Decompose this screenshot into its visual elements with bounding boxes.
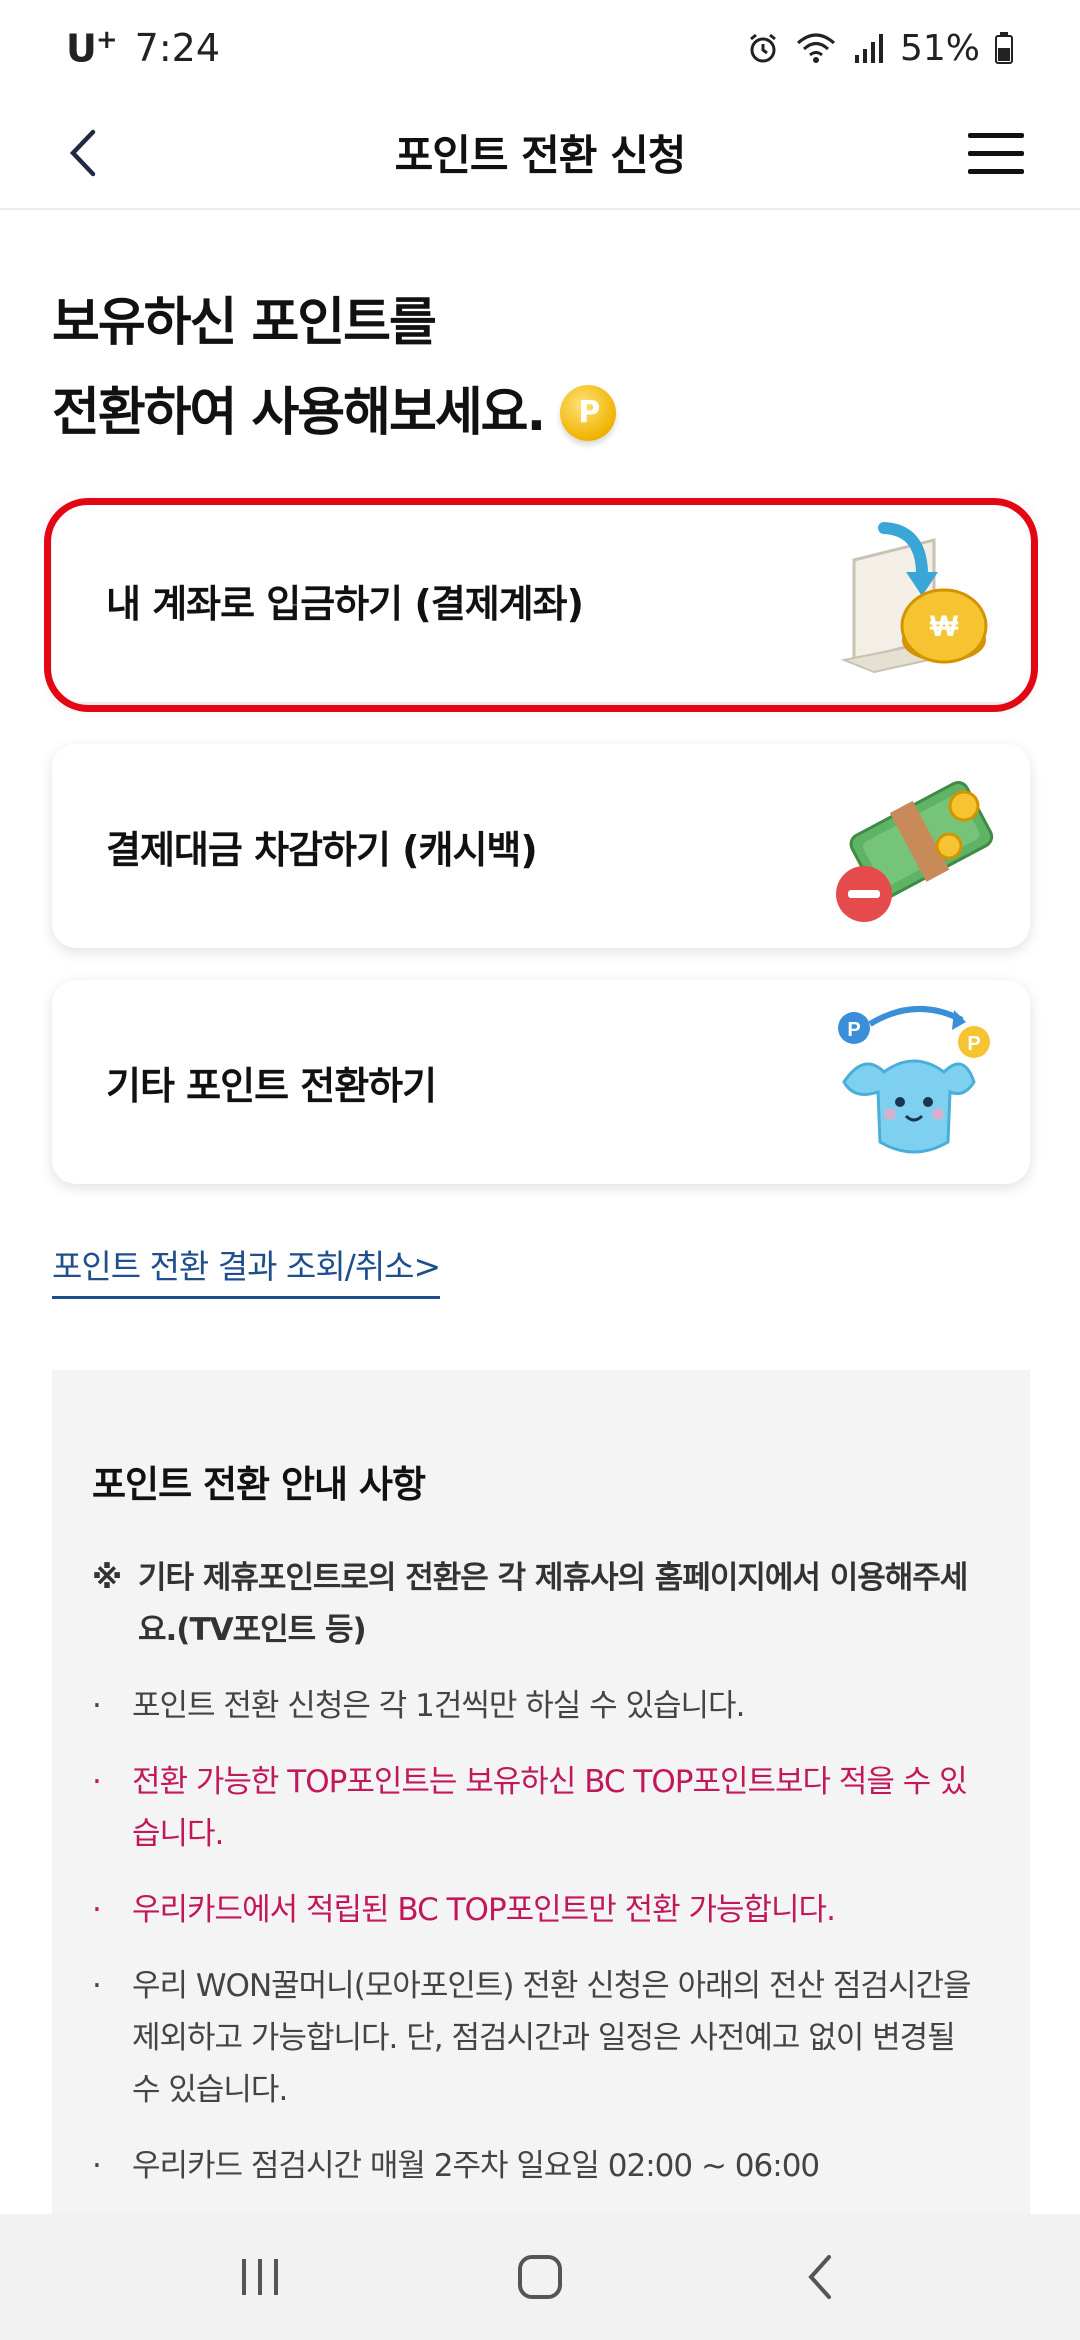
home-icon xyxy=(518,2255,562,2299)
notice-item: · 우리카드에서 적립된 BC TOP포인트만 전환 가능합니다. xyxy=(92,1884,990,1936)
page-title: 포인트 전환 신청 xyxy=(394,130,687,180)
cashback-card[interactable]: 결제대금 차감하기 (캐시백) xyxy=(52,744,1030,948)
notice-bullet: · xyxy=(92,1892,102,1928)
status-right: 51% xyxy=(746,28,1014,69)
notice-bullet: · xyxy=(92,1764,102,1800)
chevron-left-icon xyxy=(808,2255,831,2299)
carrier-label: U+ xyxy=(66,25,118,71)
menu-line xyxy=(968,168,1024,174)
character-exchange-icon: P P xyxy=(838,1005,990,1154)
notice-title: 포인트 전환 안내 사항 xyxy=(92,1463,426,1506)
alarm-icon xyxy=(750,33,776,63)
svg-text:P: P xyxy=(847,1019,860,1041)
system-nav-bar xyxy=(0,2214,1080,2340)
notice-box: 포인트 전환 안내 사항 ※ 기타 제휴포인트로의 전환은 각 제휴사의 홈페이… xyxy=(52,1370,1030,2230)
conversion-result-link[interactable]: 포인트 전환 결과 조회/취소> xyxy=(52,1240,441,1299)
svg-text:₩: ₩ xyxy=(930,610,959,643)
menu-line xyxy=(968,150,1024,156)
status-left: U+ 7:24 xyxy=(66,25,220,71)
back-nav-button[interactable] xyxy=(770,2227,870,2327)
notice-text: 전환 가능한 TOP포인트는 보유하신 BC TOP포인트보다 적을 수 있습니… xyxy=(132,1764,968,1852)
card-label: 결제대금 차감하기 (캐시백) xyxy=(106,827,538,872)
notice-text: 기타 제휴포인트로의 전환은 각 제휴사의 홈페이지에서 이용해주세요.(TV포… xyxy=(138,1560,968,1648)
notice-bullet: · xyxy=(92,1968,102,2004)
recent-apps-button[interactable] xyxy=(210,2227,310,2327)
menu-line xyxy=(968,132,1024,138)
deposit-to-account-card[interactable]: 내 계좌로 입금하기 (결제계좌) ₩ xyxy=(52,498,1030,702)
home-button[interactable] xyxy=(490,2227,590,2327)
notice-item: · 우리 WON꿀머니(모아포인트) 전환 신청은 아래의 전산 점검시간을 제… xyxy=(92,1960,990,2116)
headline-line-2: 전환하여 사용해보세요. P xyxy=(52,368,617,458)
other-points-card[interactable]: 기타 포인트 전환하기 P P xyxy=(52,980,1030,1184)
wifi-icon xyxy=(796,33,835,63)
headline-line-2-text: 전환하여 사용해보세요. xyxy=(52,383,546,443)
notice-item: · 포인트 전환 신청은 각 1건씩만 하실 수 있습니다. xyxy=(92,1680,990,1732)
svg-text:P: P xyxy=(967,1033,980,1055)
notice-item: ※ 기타 제휴포인트로의 전환은 각 제휴사의 홈페이지에서 이용해주세요.(T… xyxy=(92,1552,990,1656)
app-header: 포인트 전환 신청 xyxy=(0,96,1080,210)
clock-time: 7:24 xyxy=(134,26,220,70)
recent-apps-icon xyxy=(242,2259,278,2295)
money-minus-icon xyxy=(836,781,994,922)
card-label: 내 계좌로 입금하기 (결제계좌) xyxy=(106,581,584,626)
notice-text: 포인트 전환 신청은 각 1건씩만 하실 수 있습니다. xyxy=(132,1688,745,1724)
notice-item: · 전환 가능한 TOP포인트는 보유하신 BC TOP포인트보다 적을 수 있… xyxy=(92,1756,990,1860)
back-button[interactable] xyxy=(48,118,118,188)
notice-text: 우리카드에서 적립된 BC TOP포인트만 전환 가능합니다. xyxy=(132,1892,836,1928)
notice-item: · 우리카드 점검시간 매월 2주차 일요일 02:00 ~ 06:00 xyxy=(92,2140,990,2192)
notice-bullet: ※ xyxy=(92,1560,122,1596)
laptop-coin-icon: ₩ xyxy=(840,522,988,674)
point-coin-icon: P xyxy=(560,385,617,441)
status-bar: U+ 7:24 51% xyxy=(0,0,1080,96)
battery-percent: 51% xyxy=(899,27,980,69)
notice-text: 우리 WON꿀머니(모아포인트) 전환 신청은 아래의 전산 점검시간을 제외하… xyxy=(132,1968,972,2108)
chevron-left-icon xyxy=(69,129,96,177)
headline: 보유하신 포인트를 전환하여 사용해보세요. P xyxy=(52,278,617,458)
card-label: 기타 포인트 전환하기 xyxy=(106,1063,437,1108)
notice-bullet: · xyxy=(92,2148,102,2184)
battery-icon xyxy=(995,32,1013,64)
notice-bullet: · xyxy=(92,1688,102,1724)
menu-button[interactable] xyxy=(968,118,1038,188)
headline-line-1: 보유하신 포인트를 xyxy=(52,293,437,353)
notice-text: 우리카드 점검시간 매월 2주차 일요일 02:00 ~ 06:00 xyxy=(132,2148,820,2184)
signal-icon xyxy=(854,34,883,63)
